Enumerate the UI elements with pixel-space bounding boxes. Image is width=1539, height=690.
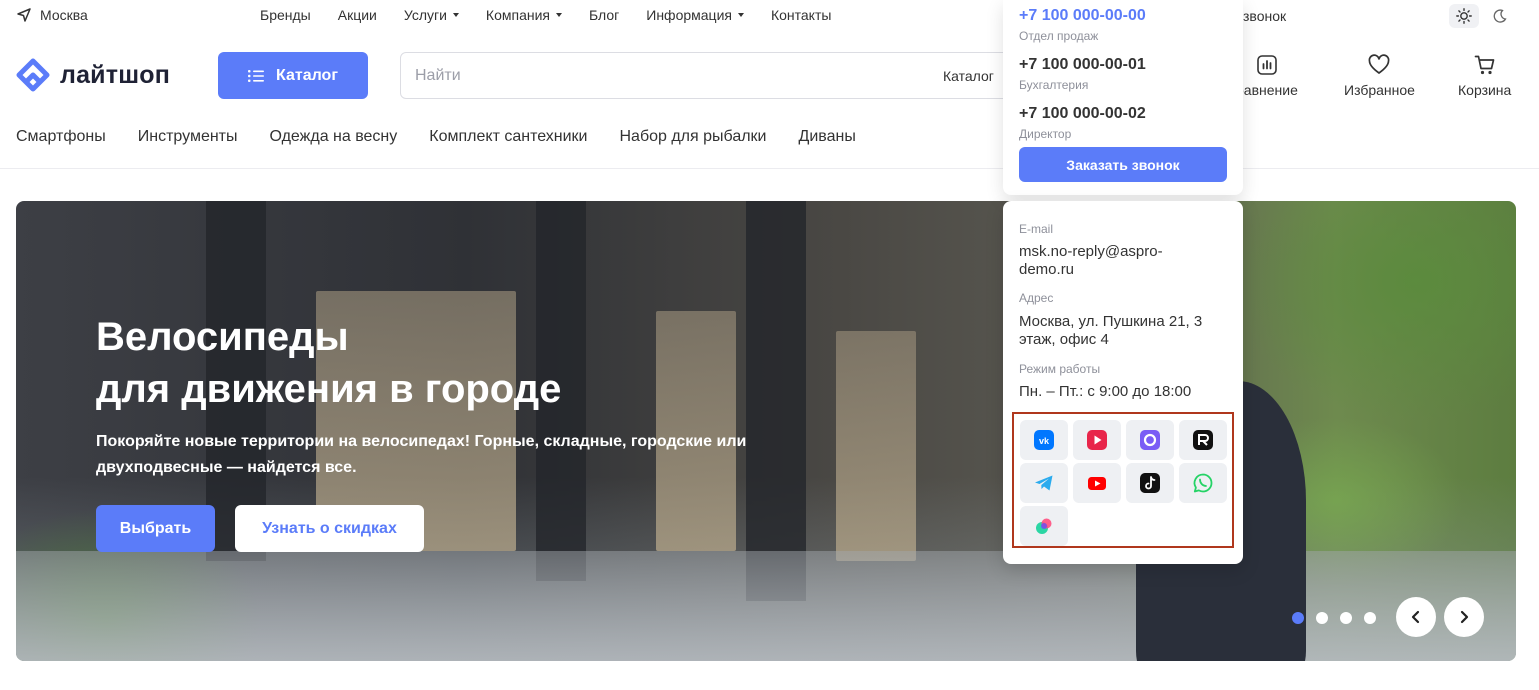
- top-nav-contacts[interactable]: Контакты: [771, 7, 831, 23]
- phone-accounting[interactable]: +7 100 000-00-01: [1019, 56, 1146, 74]
- catalog-button[interactable]: Каталог: [218, 52, 368, 99]
- svg-text:vk: vk: [1039, 436, 1050, 446]
- search-input[interactable]: [415, 53, 915, 98]
- compare-link[interactable]: равнение: [1236, 54, 1298, 98]
- social-links-highlight: vk: [1012, 412, 1234, 548]
- moon-icon: [1493, 9, 1507, 23]
- city-selector[interactable]: Москва: [16, 7, 88, 23]
- social-telegram[interactable]: [1020, 463, 1068, 503]
- top-nav-blog[interactable]: Блог: [589, 7, 619, 23]
- cart-label: Корзина: [1458, 82, 1512, 98]
- header-divider: [0, 168, 1539, 169]
- social-rutube[interactable]: [1179, 420, 1227, 460]
- slider-dot-active[interactable]: [1292, 612, 1304, 624]
- top-nav-brands[interactable]: Бренды: [260, 7, 311, 23]
- list-icon: [248, 69, 264, 82]
- favorites-link[interactable]: Избранное: [1344, 54, 1415, 98]
- max-messenger-icon: [1140, 430, 1160, 450]
- rutube-icon: [1193, 430, 1213, 450]
- telegram-icon: [1035, 475, 1053, 491]
- hours-value: Пн. – Пт.: с 9:00 до 18:00: [1019, 383, 1192, 400]
- quick-link-smartphones[interactable]: Смартфоны: [16, 128, 106, 146]
- phones-dropdown: +7 100 000-00-00 Отдел продаж +7 100 000…: [1003, 0, 1243, 195]
- social-whatsapp[interactable]: [1179, 463, 1227, 503]
- caret-down-icon: [737, 13, 744, 17]
- phone-sales-label: Отдел продаж: [1019, 29, 1099, 43]
- slider-dot[interactable]: [1316, 612, 1328, 624]
- slider-dot[interactable]: [1340, 612, 1352, 624]
- vk-video-icon: [1087, 430, 1107, 450]
- background-window: [836, 331, 916, 561]
- slider-dots: [1292, 612, 1376, 624]
- chevron-left-icon: [1411, 610, 1420, 624]
- city-label: Москва: [40, 7, 88, 23]
- hours-label: Режим работы: [1019, 362, 1101, 376]
- hero-title: Велосипеды для движения в городе: [96, 315, 562, 411]
- dark-theme-toggle[interactable]: [1489, 4, 1511, 28]
- light-theme-toggle[interactable]: [1449, 4, 1479, 28]
- caret-down-icon: [556, 13, 562, 17]
- quick-link-sofas[interactable]: Диваны: [799, 128, 856, 146]
- top-nav-services[interactable]: Услуги: [404, 7, 459, 23]
- caret-down-icon: [452, 13, 459, 17]
- top-bar: Москва Бренды Акции Услуги Компания Блог…: [0, 0, 1539, 32]
- phone-director[interactable]: +7 100 000-00-02: [1019, 105, 1146, 123]
- quick-link-plumbing[interactable]: Комплект сантехники: [429, 128, 587, 146]
- compare-label: равнение: [1236, 82, 1298, 98]
- youtube-icon: [1088, 477, 1106, 490]
- yandex-messenger-icon: [1036, 518, 1052, 534]
- vk-icon: vk: [1034, 430, 1054, 450]
- logo-text: лайтшоп: [60, 60, 171, 89]
- hero-banner: Велосипеды для движения в городе Покоряй…: [16, 201, 1516, 661]
- social-yandex-messenger[interactable]: [1020, 506, 1068, 546]
- search-scope-select[interactable]: Каталог: [943, 68, 994, 84]
- email-link[interactable]: msk.no-reply@aspro- demo.ru: [1019, 243, 1229, 279]
- whatsapp-icon: [1193, 473, 1213, 493]
- discounts-button[interactable]: Узнать о скидках: [235, 505, 424, 552]
- favorites-label: Избранное: [1344, 82, 1415, 98]
- cart-icon: [1474, 55, 1495, 75]
- social-max[interactable]: [1126, 420, 1174, 460]
- catalog-button-label: Каталог: [276, 66, 338, 84]
- top-nav-company[interactable]: Компания: [486, 7, 562, 23]
- slider-prev-button[interactable]: [1396, 597, 1436, 637]
- chevron-right-icon: [1460, 610, 1469, 624]
- address-label: Адрес: [1019, 291, 1054, 305]
- heart-icon: [1369, 54, 1390, 74]
- logo-mark-icon: [16, 58, 50, 92]
- quick-link-fishing[interactable]: Набор для рыбалки: [619, 128, 766, 146]
- phone-accounting-label: Бухгалтерия: [1019, 78, 1089, 92]
- search-bar: Каталог: [400, 52, 1040, 99]
- slider-next-button[interactable]: [1444, 597, 1484, 637]
- quick-link-tools[interactable]: Инструменты: [138, 128, 238, 146]
- order-call-button[interactable]: Заказать звонок: [1019, 147, 1227, 182]
- address-value: Москва, ул. Пушкина 21, 3 этаж, офис 4: [1019, 313, 1203, 348]
- choose-button[interactable]: Выбрать: [96, 505, 215, 552]
- compare-chart-icon: [1257, 55, 1277, 75]
- email-label: E-mail: [1019, 222, 1054, 236]
- location-arrow-icon: [17, 8, 31, 22]
- quick-link-spring-clothes[interactable]: Одежда на весну: [270, 128, 398, 146]
- sun-icon: [1456, 8, 1472, 24]
- background-pillar: [746, 201, 806, 601]
- site-logo[interactable]: лайтшоп: [16, 58, 170, 92]
- top-nav: Бренды Акции Услуги Компания Блог Информ…: [260, 7, 831, 23]
- top-nav-sales[interactable]: Акции: [338, 7, 377, 23]
- cart-link[interactable]: Корзина: [1458, 54, 1511, 98]
- social-youtube[interactable]: [1073, 463, 1121, 503]
- top-nav-info[interactable]: Информация: [646, 7, 744, 23]
- tiktok-icon: [1140, 473, 1160, 493]
- social-vk-video[interactable]: [1073, 420, 1121, 460]
- social-vk[interactable]: vk: [1020, 420, 1068, 460]
- hero-subtitle: Покоряйте новые территории на велосипеда…: [96, 433, 747, 476]
- phone-sales[interactable]: +7 100 000-00-00: [1019, 7, 1146, 25]
- slider-dot[interactable]: [1364, 612, 1376, 624]
- contacts-dropdown: E-mail msk.no-reply@aspro- demo.ru Адрес…: [1003, 201, 1243, 564]
- quick-links: Смартфоны Инструменты Одежда на весну Ко…: [16, 128, 856, 146]
- phone-director-label: Директор: [1019, 127, 1072, 141]
- order-call-link[interactable]: звонок: [1243, 8, 1286, 24]
- social-tiktok[interactable]: [1126, 463, 1174, 503]
